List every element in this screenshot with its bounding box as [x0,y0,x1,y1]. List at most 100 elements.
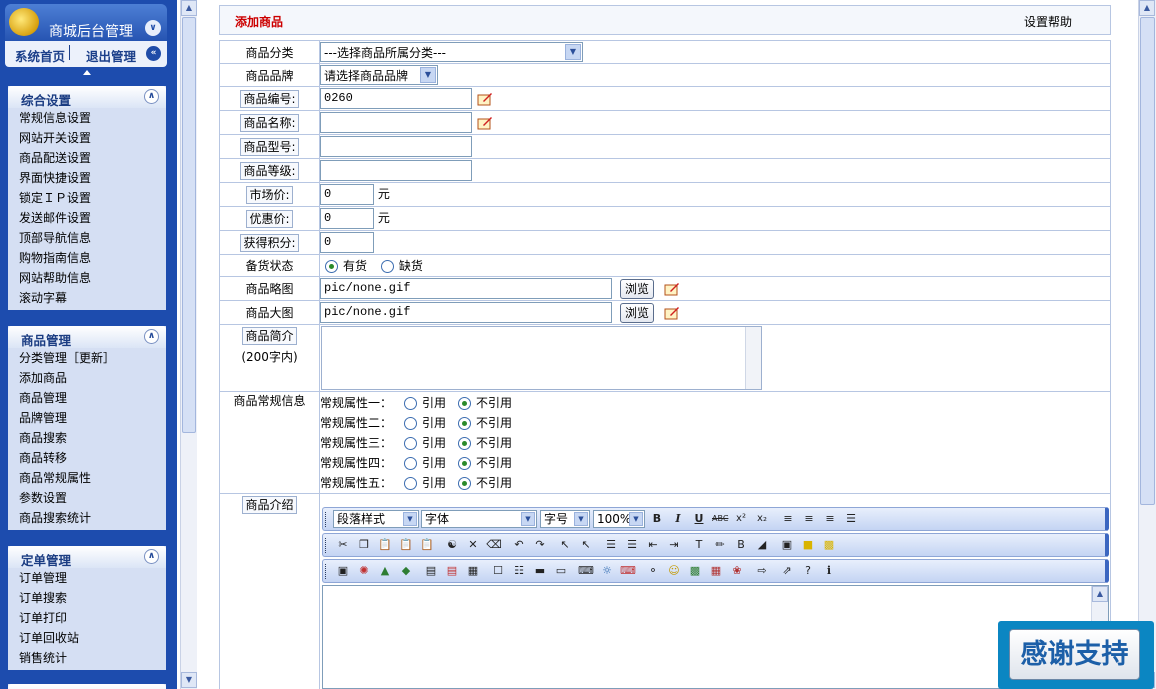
sidebar-item[interactable]: 订单管理 [8,568,166,588]
paragraph-style-select[interactable]: 段落样式 ▼ [333,510,419,528]
double-chevron-left-icon[interactable]: « [146,46,161,61]
link-icon[interactable]: ☼ [599,563,615,579]
symbol-icon[interactable]: ⚬ [645,563,661,579]
fieldset-icon[interactable]: ▣ [779,537,795,553]
paste-icon[interactable]: 📋 [377,537,393,553]
code-input[interactable]: 0260 [320,88,472,109]
superscript-icon[interactable]: x² [733,511,749,527]
menu-group-header[interactable] [8,684,166,689]
edit-icon[interactable] [477,116,493,130]
editor-content-area[interactable]: ▲ [322,585,1109,689]
edit-icon[interactable] [477,92,493,106]
new-page-icon[interactable]: ☐ [490,563,506,579]
table-row-icon[interactable]: ▤ [444,563,460,579]
horizontal-rule-icon[interactable]: ▬ [532,563,548,579]
copy-icon[interactable]: ❐ [356,537,372,553]
bigpic-browse-button[interactable]: 浏览 [620,302,655,323]
ordered-list-icon[interactable]: ☰ [603,537,619,553]
sidebar-item[interactable]: 商品管理 [8,388,166,408]
menu-group-header[interactable]: 定单管理 ∧ [8,546,166,568]
scroll-up-button[interactable]: ▲ [1092,586,1108,602]
collapse-all-icon[interactable]: ∨ [145,20,161,36]
sidebar-item[interactable]: 滚动字幕 [8,288,166,308]
unlink-icon[interactable]: ⌨ [620,563,636,579]
import-icon[interactable]: ⇨ [754,563,770,579]
sidebar-item[interactable]: 界面快捷设置 [8,168,166,188]
sidebar-item[interactable]: 网站帮助信息 [8,268,166,288]
sidebar-item[interactable]: 销售统计 [8,648,166,668]
grade-input[interactable] [320,160,472,181]
outdent-icon[interactable]: ⇤ [645,537,661,553]
discount-price-input[interactable]: 0 [320,208,374,229]
layers-icon[interactable]: ▩ [821,537,837,553]
use-radio[interactable] [404,437,418,450]
media-icon[interactable]: ▲ [377,563,393,579]
align-center-icon[interactable]: ≡ [801,511,817,527]
home-link[interactable]: 系统首页 [15,46,65,65]
indent-icon[interactable]: ⇥ [666,537,682,553]
name-input[interactable] [320,112,472,133]
sidebar-item[interactable]: 分类管理［更新］ [8,348,166,368]
excel-icon[interactable]: ▩ [687,563,703,579]
collapse-icon[interactable]: ∧ [144,89,159,104]
thanks-badge[interactable]: 感谢支持 [998,621,1154,689]
bigpic-path-input[interactable]: pic/none.gif [320,302,612,323]
nouse-radio[interactable] [458,437,472,450]
maximize-icon[interactable]: ⇗ [779,563,795,579]
sidebar-item[interactable]: 商品搜索 [8,428,166,448]
bold-icon[interactable]: B [649,511,665,527]
find-icon[interactable]: ☯ [444,537,460,553]
eraser-icon[interactable]: ⌫ [486,537,502,553]
sidebar-item[interactable]: 购物指南信息 [8,248,166,268]
upload-icon[interactable] [664,282,680,296]
redo-icon[interactable]: ↷ [532,537,548,553]
use-radio[interactable] [404,417,418,430]
font-select[interactable]: 字体 ▼ [421,510,537,528]
layer-icon[interactable]: ■ [800,537,816,553]
sidebar-item[interactable]: 订单回收站 [8,628,166,648]
model-input[interactable] [320,136,472,157]
category-select[interactable]: ---选择商品所属分类--- ▼ [320,42,583,62]
nouse-radio[interactable] [458,457,472,470]
zoom-select[interactable]: 100% ▼ [593,510,645,528]
special-char-icon[interactable]: ⌨ [578,563,594,579]
date-icon[interactable]: ▦ [708,563,724,579]
template-icon[interactable]: ☷ [511,563,527,579]
sidebar-item[interactable]: 添加商品 [8,368,166,388]
nouse-radio[interactable] [458,397,472,410]
help-icon[interactable]: ? [800,563,816,579]
flash-icon[interactable]: ✺ [356,563,372,579]
brief-textarea[interactable] [321,326,762,390]
align-left-icon[interactable]: ≡ [780,511,796,527]
undo-icon[interactable]: ↶ [511,537,527,553]
emoticon-icon[interactable]: ☺ [666,563,682,579]
nouse-radio[interactable] [458,417,472,430]
sidebar-item[interactable]: 锁定ＩＰ设置 [8,188,166,208]
sidebar-item[interactable]: 常规信息设置 [8,108,166,128]
use-radio[interactable] [404,397,418,410]
thumb-path-input[interactable]: pic/none.gif [320,278,612,299]
page-scrollbar[interactable]: ▲ ▼ [1138,0,1156,689]
cut-icon[interactable]: ✂ [335,537,351,553]
upload-icon[interactable] [664,306,680,320]
paste-word-icon[interactable]: 📋 [419,537,435,553]
out-stock-radio[interactable] [380,260,394,273]
market-price-input[interactable]: 0 [320,184,374,205]
sidebar-item[interactable]: 订单搜索 [8,588,166,608]
input-field-icon[interactable]: ▭ [553,563,569,579]
sidebar-item[interactable]: 商品转移 [8,448,166,468]
table-cell-icon[interactable]: ▦ [465,563,481,579]
scroll-thumb[interactable] [182,17,196,433]
sidebar-item[interactable]: 顶部导航信息 [8,228,166,248]
font-color-icon[interactable]: T [691,537,707,553]
help-link[interactable]: 设置帮助 [1024,13,1072,30]
unordered-list-icon[interactable]: ☰ [624,537,640,553]
nouse-radio[interactable] [458,477,472,490]
image-icon[interactable]: ▣ [335,563,351,579]
file-icon[interactable]: ◆ [398,563,414,579]
font-size-select[interactable]: 字号 ▼ [540,510,590,528]
delete-icon[interactable]: ✕ [465,537,481,553]
sidebar-item[interactable]: 网站开关设置 [8,128,166,148]
sidebar-item[interactable]: 参数设置 [8,488,166,508]
background-color-icon[interactable]: B [733,537,749,553]
